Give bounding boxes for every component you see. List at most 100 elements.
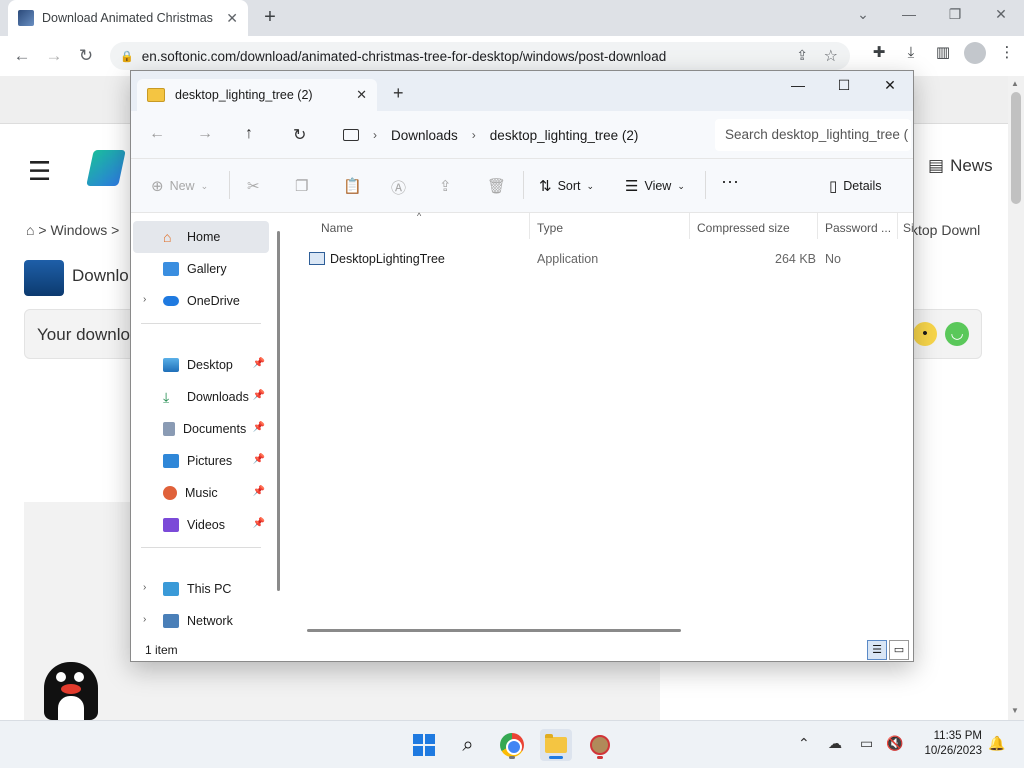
pc-icon[interactable] [343, 129, 359, 141]
nav-item-onedrive[interactable]: › OneDrive [133, 285, 269, 317]
system-clock[interactable]: 11:35 PM 10/26/2023 [916, 729, 982, 759]
refresh-icon[interactable]: ↻ [293, 125, 306, 145]
minimize-button[interactable]: — [886, 0, 932, 30]
news-link[interactable]: ▤ News [928, 156, 993, 176]
nav-item-gallery[interactable]: Gallery [133, 253, 269, 285]
taskbar-chrome[interactable] [496, 729, 528, 761]
column-divider[interactable] [817, 213, 818, 239]
tiles-view-icon[interactable]: ▭ [889, 640, 909, 660]
share-icon[interactable]: ⇪ [796, 47, 808, 64]
nav-item-this-pc[interactable]: › This PC [133, 573, 269, 605]
expand-chevron-icon[interactable]: › [143, 294, 146, 305]
neutral-face-icon[interactable]: • [913, 322, 937, 346]
explorer-tab[interactable]: desktop_lighting_tree (2) ✕ [137, 79, 377, 111]
tab-search-icon[interactable]: ⌄ [840, 0, 886, 30]
side-panel-icon[interactable]: ▥ [932, 42, 954, 64]
paste-icon[interactable]: 📋 [343, 177, 362, 195]
details-view-icon[interactable]: ☰ [867, 640, 887, 660]
notification-bell-icon[interactable]: 🔔 [988, 735, 1005, 752]
home-icon[interactable]: ⌂ [26, 222, 34, 238]
page-scrollbar[interactable]: ▲ ▼ [1008, 76, 1024, 720]
nav-item-downloads[interactable]: ⤓ Downloads 📌 [133, 381, 269, 413]
table-row[interactable]: DesktopLightingTree Application 264 KB N… [287, 243, 907, 275]
breadcrumb-item[interactable]: desktop_lighting_tree (2) [490, 128, 639, 143]
close-tab-icon[interactable]: ✕ [226, 10, 238, 27]
pin-icon[interactable]: 📌 [253, 518, 265, 529]
expand-chevron-icon[interactable]: › [143, 614, 146, 625]
column-header-password[interactable]: Password ... [825, 221, 891, 235]
nav-item-network[interactable]: › Network [133, 605, 269, 637]
nav-item-music[interactable]: Music 📌 [133, 477, 269, 509]
softonic-logo[interactable] [86, 150, 126, 186]
show-hidden-icons-icon[interactable]: ⌃ [798, 735, 810, 752]
share-icon[interactable]: ⇪ [439, 177, 452, 195]
delete-icon[interactable]: 🗑 [487, 177, 506, 195]
network-icon[interactable]: ▭ [860, 735, 873, 752]
page-breadcrumb-tail[interactable]: sktop Downl [904, 222, 980, 238]
sort-button[interactable]: ⇅ Sort ⌄ [539, 177, 594, 195]
taskbar-app[interactable] [584, 729, 616, 761]
pin-icon[interactable]: 📌 [253, 486, 265, 497]
restore-button[interactable]: ❐ [932, 0, 978, 30]
rename-icon[interactable]: Ⓐ [391, 177, 406, 198]
column-divider[interactable] [689, 213, 690, 239]
extensions-icon[interactable]: ✚ [868, 42, 890, 64]
hamburger-menu-icon[interactable]: ☰ [28, 156, 51, 187]
close-tab-icon[interactable]: ✕ [356, 87, 367, 103]
profile-avatar[interactable] [964, 42, 986, 64]
details-button[interactable]: ▯ Details [829, 177, 881, 195]
nav-item-documents[interactable]: Documents 📌 [133, 413, 269, 445]
search-input[interactable]: Search desktop_lighting_tree ( [715, 119, 911, 151]
nav-item-pictures[interactable]: Pictures 📌 [133, 445, 269, 477]
chevron-right-icon[interactable]: › [373, 128, 377, 142]
cut-icon[interactable]: ✂ [247, 177, 260, 195]
pin-icon[interactable]: 📌 [253, 390, 265, 401]
volume-muted-icon[interactable]: 🔇 [886, 735, 903, 752]
column-header-size[interactable]: Si [903, 221, 914, 235]
breadcrumb-item[interactable]: Downloads [391, 128, 458, 143]
pin-icon[interactable]: 📌 [253, 422, 265, 433]
column-header-type[interactable]: Type [537, 221, 563, 235]
maximize-button[interactable]: ☐ [821, 71, 867, 101]
copy-icon[interactable]: ❐ [295, 177, 308, 195]
column-header-name[interactable]: Name [321, 221, 353, 235]
up-icon[interactable]: ↑ [245, 125, 253, 143]
column-divider[interactable] [529, 213, 530, 239]
nav-item-desktop[interactable]: Desktop 📌 [133, 349, 269, 381]
expand-chevron-icon[interactable]: › [143, 582, 146, 593]
forward-icon[interactable]: → [197, 125, 213, 143]
lock-icon[interactable]: 🔒 [120, 50, 134, 63]
pin-icon[interactable]: 📌 [253, 358, 265, 369]
forward-icon[interactable]: → [38, 46, 70, 66]
nav-scrollbar[interactable] [277, 231, 280, 591]
menu-icon[interactable]: ⋮ [996, 42, 1018, 64]
column-header-compressed-size[interactable]: Compressed size [697, 221, 790, 235]
breadcrumb[interactable]: › Downloads › desktop_lighting_tree (2) [335, 119, 709, 151]
scroll-down-icon[interactable]: ▼ [1011, 706, 1019, 715]
close-button[interactable]: ✕ [867, 71, 913, 101]
scrollbar-thumb[interactable] [1011, 92, 1021, 204]
bookmark-star-icon[interactable]: ☆ [824, 46, 838, 66]
nav-item-videos[interactable]: Videos 📌 [133, 509, 269, 541]
close-button[interactable]: ✕ [978, 0, 1024, 30]
reload-icon[interactable]: ↻ [70, 46, 102, 66]
pin-icon[interactable]: 📌 [253, 454, 265, 465]
nav-item-home[interactable]: ⌂ Home [133, 221, 269, 253]
download-icon[interactable]: ⤓ [900, 42, 922, 64]
new-tab-button[interactable]: + [393, 83, 404, 104]
new-tab-button[interactable]: + [258, 4, 282, 30]
more-options-icon[interactable]: ··· [721, 171, 739, 192]
search-icon[interactable]: ⌕ [452, 729, 484, 761]
browser-tab[interactable]: Download Animated Christmas ✕ [8, 0, 248, 36]
back-icon[interactable]: ← [6, 46, 38, 66]
back-icon[interactable]: ← [149, 125, 165, 143]
horizontal-scrollbar[interactable] [307, 629, 681, 632]
onedrive-cloud-icon[interactable]: ☁ [828, 735, 842, 752]
start-button[interactable] [408, 729, 440, 761]
column-divider[interactable] [897, 213, 898, 239]
chevron-right-icon[interactable]: › [472, 128, 476, 142]
taskbar-file-explorer[interactable] [540, 729, 572, 761]
new-button[interactable]: ⊕ New ⌄ [151, 177, 208, 195]
view-button[interactable]: ☰ View ⌄ [625, 177, 685, 195]
scroll-up-icon[interactable]: ▲ [1011, 79, 1019, 88]
